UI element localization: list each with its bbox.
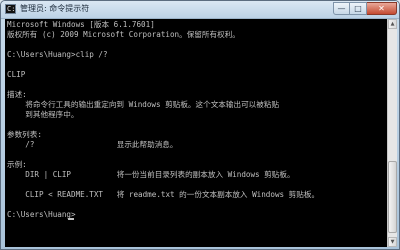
text-cursor xyxy=(68,218,74,220)
console-line: C:\Users\Huang>clip /? xyxy=(7,50,108,59)
arrow-up-icon: ▲ xyxy=(390,21,395,27)
minimize-icon: — xyxy=(337,4,346,13)
console-line: 描述: xyxy=(7,90,27,99)
arrow-down-icon: ▼ xyxy=(390,239,395,245)
console-prompt-line: C:\Users\Huang> xyxy=(7,210,76,219)
console-line: DIR | CLIP 将一份当前目录列表的副本放入 Windows 剪贴板。 xyxy=(7,170,295,179)
console-line: 版权所有 (c) 2009 Microsoft Corporation。保留所有… xyxy=(7,30,240,39)
console-line: CLIP xyxy=(7,70,26,79)
maximize-button[interactable]: □ xyxy=(350,2,367,15)
scroll-down-button[interactable]: ▼ xyxy=(388,237,397,247)
maximize-icon: □ xyxy=(354,4,362,13)
scroll-up-button[interactable]: ▲ xyxy=(388,19,397,29)
scrollbar-thumb[interactable] xyxy=(388,161,397,233)
console-area[interactable]: Microsoft Windows [版本 6.1.7601] 版权所有 (c)… xyxy=(5,19,387,247)
command-prompt-icon[interactable]: C:\ xyxy=(5,4,20,14)
console-line: Microsoft Windows [版本 6.1.7601] xyxy=(7,20,155,29)
console-line: 到其他程序中。 xyxy=(7,110,79,119)
minimize-button[interactable]: — xyxy=(333,2,350,15)
cmd-window: C:\ 管理员: 命令提示符 — □ ✕ Microsoft Windows [… xyxy=(0,0,400,250)
console-line: /? 显示此帮助消息。 xyxy=(7,140,178,149)
title-bar[interactable]: C:\ 管理员: 命令提示符 — □ ✕ xyxy=(1,1,399,19)
close-icon: ✕ xyxy=(378,4,385,13)
command-prompt-icon-glyph: C:\ xyxy=(7,5,20,13)
vertical-scrollbar[interactable]: ▲ ▼ xyxy=(387,19,397,247)
console-line: 参数列表: xyxy=(7,130,42,139)
console-line: 将命令行工具的输出重定向到 Windows 剪贴板。这个文本输出可以被粘贴 xyxy=(7,100,280,109)
close-button[interactable]: ✕ xyxy=(367,2,397,15)
window-title: 管理员: 命令提示符 xyxy=(20,4,90,13)
console-line: CLIP < README.TXT 将 readme.txt 的一份文本副本放入… xyxy=(7,190,320,199)
console-line: 示例: xyxy=(7,160,27,169)
window-controls: — □ ✕ xyxy=(333,2,397,16)
